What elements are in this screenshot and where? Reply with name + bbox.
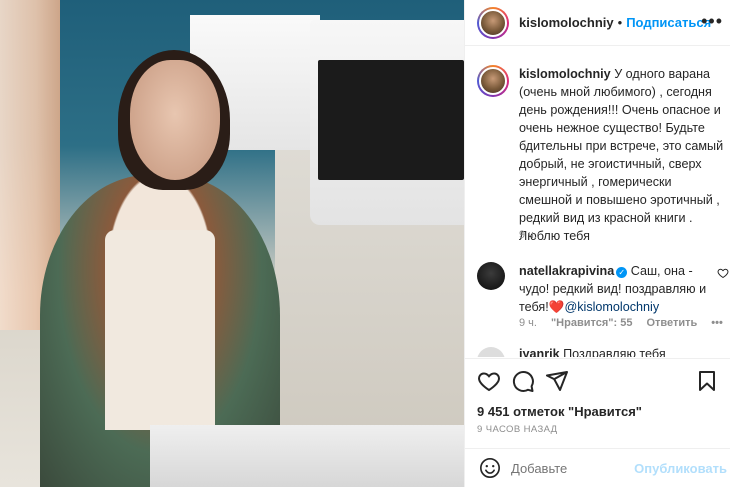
likes-count[interactable]: 9 451 отметок "Нравится"	[477, 404, 642, 419]
caption-text: kislomolochniy У одного варана (очень мн…	[519, 65, 725, 245]
verified-icon: ✓	[616, 267, 628, 278]
header-separator: •	[617, 15, 623, 30]
publish-button[interactable]: Опубликовать	[634, 461, 727, 476]
comment-time: 9 ч.	[519, 317, 537, 329]
share-icon[interactable]	[545, 369, 569, 393]
author-avatar[interactable]	[477, 6, 509, 39]
posted-time[interactable]: 9 ЧАСОВ НАЗАД	[477, 424, 558, 435]
comment-like-icon[interactable]	[717, 267, 729, 279]
caption-body: У одного варана (очень мной любимого) , …	[519, 67, 724, 225]
heart-icon[interactable]	[477, 369, 501, 393]
next-comment-body: Поздравляю тебя	[563, 347, 666, 357]
photo-counter	[150, 425, 464, 487]
comment-icon[interactable]	[511, 369, 535, 393]
next-comment-text: iyanrik Поздравляю тебя	[519, 347, 666, 357]
caption-username[interactable]: kislomolochniy	[519, 67, 611, 81]
more-options-icon[interactable]: •••	[701, 12, 723, 30]
photo-person-face	[130, 60, 220, 180]
commenter-avatar[interactable]	[477, 262, 505, 290]
photo-screen	[318, 60, 464, 180]
caption: kislomolochniy У одного варана (очень мн…	[477, 65, 727, 245]
next-commenter-username[interactable]: iyanrik	[519, 347, 560, 357]
author-username[interactable]: kislomolochniy	[519, 15, 614, 30]
next-commenter-avatar[interactable]	[477, 347, 505, 357]
comments-section[interactable]: kislomolochniy У одного варана (очень мн…	[465, 47, 730, 357]
comment-meta: 9 ч. "Нравится": 55 Ответить •••	[519, 317, 723, 329]
next-comment-item: iyanrik Поздравляю тебя	[477, 347, 727, 357]
comment-more-icon[interactable]: •••	[711, 317, 723, 329]
post-panel: kislomolochniy • Подписаться ••• kislomo…	[464, 0, 730, 487]
comment-input[interactable]	[511, 460, 651, 476]
follow-button[interactable]: Подписаться	[626, 15, 711, 30]
comment-text: natellakrapivina ✓ Саш, она - чудо! редки…	[519, 262, 715, 316]
comment-likes[interactable]: "Нравится": 55	[551, 317, 632, 329]
photo-person-top	[105, 230, 215, 430]
commenter-username[interactable]: natellakrapivina	[519, 264, 614, 278]
reply-button[interactable]: Ответить	[646, 317, 697, 329]
bookmark-icon[interactable]	[695, 369, 719, 393]
smile-icon[interactable]	[479, 457, 501, 479]
comment-mention[interactable]: @kislomolochniy	[564, 300, 659, 314]
add-comment-bar: Опубликовать	[465, 448, 730, 487]
caption-time: 9 ч.	[519, 229, 537, 241]
caption-avatar[interactable]	[477, 65, 509, 97]
post-header: kislomolochniy • Подписаться •••	[465, 0, 730, 46]
post-photo[interactable]	[0, 0, 464, 487]
action-bar	[465, 358, 730, 402]
red-heart-emoji: ❤️	[548, 300, 565, 314]
comment-item: natellakrapivina ✓ Саш, она - чудо! редки…	[477, 262, 727, 316]
